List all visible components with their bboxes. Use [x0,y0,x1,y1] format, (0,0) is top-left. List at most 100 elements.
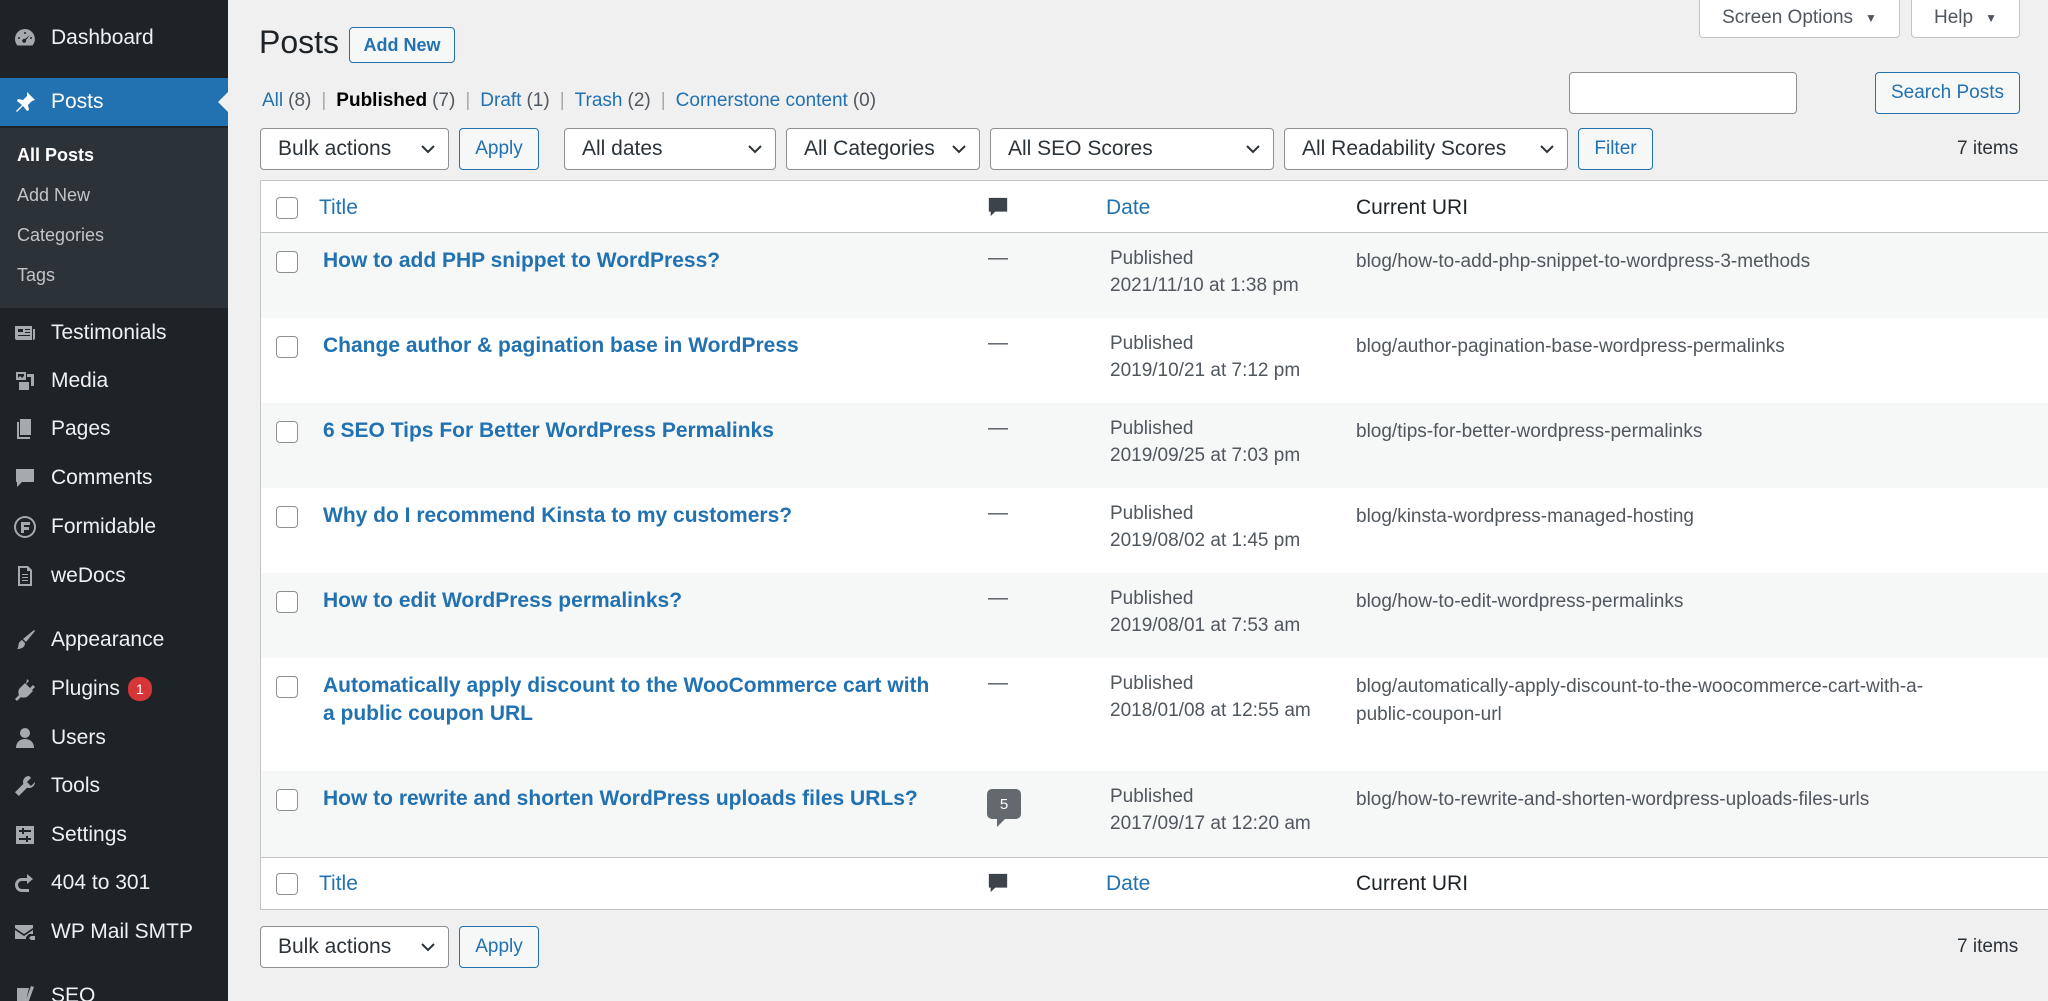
menu-comments[interactable]: Comments [0,454,228,502]
comments-icon [12,466,38,490]
paintbrush-icon [12,628,38,652]
row-checkbox[interactable] [276,251,298,273]
bulk-actions-value: Bulk actions [278,935,392,958]
caret-down-icon: ▼ [1985,10,1997,25]
menu-posts[interactable]: Posts [0,78,228,126]
bulk-actions-value: Bulk actions [278,137,392,160]
post-uri: blog/automatically-apply-discount-to-the… [1356,676,1924,725]
view-published[interactable]: Published (7) [336,90,455,112]
comment-count: — [988,672,1008,694]
chevron-down-icon [748,145,762,154]
menu-tools[interactable]: Tools [0,762,228,810]
view-cornerstone-count: (0) [852,90,877,111]
comment-count: — [988,502,1008,524]
menu-wedocs[interactable]: weDocs [0,552,228,600]
column-title-header[interactable]: Title [319,196,358,220]
row-checkbox[interactable] [276,421,298,443]
view-draft-label: Draft [480,90,522,111]
menu-testimonials[interactable]: Testimonials [0,309,228,357]
row-checkbox[interactable] [276,591,298,613]
table-row: Why do I recommend Kinsta to my customer… [261,488,2048,573]
post-title-link[interactable]: How to add PHP snippet to WordPress? [323,247,943,275]
view-cornerstone-label: Cornerstone content [675,90,848,111]
submenu-add-new[interactable]: Add New [17,185,90,206]
view-draft[interactable]: Draft (1) [480,90,549,112]
post-uri: blog/kinsta-wordpress-managed-hosting [1356,506,1694,527]
comment-icon[interactable] [987,872,1009,894]
apply-button[interactable]: Apply [459,128,539,170]
filter-button[interactable]: Filter [1578,128,1653,170]
menu-seo[interactable]: SEO [0,972,228,1001]
post-uri: blog/author-pagination-base-wordpress-pe… [1356,336,1785,357]
menu-formidable[interactable]: Formidable [0,503,228,551]
comment-count: — [988,587,1008,609]
menu-plugins[interactable]: Plugins 1 [0,665,228,713]
comment-count-bubble[interactable]: 5 [987,789,1021,827]
select-all-checkbox[interactable] [276,873,298,895]
submenu-all-posts[interactable]: All Posts [17,145,94,166]
row-checkbox[interactable] [276,336,298,358]
apply-button-bottom[interactable]: Apply [459,926,539,968]
bulk-actions-select-bottom[interactable]: Bulk actions [260,926,449,968]
menu-users[interactable]: Users [0,714,228,762]
comment-icon[interactable] [987,196,1009,218]
readability-filter-select[interactable]: All Readability Scores [1284,128,1568,170]
pages-icon [12,417,38,441]
chevron-down-icon [952,145,966,154]
submenu-categories[interactable]: Categories [17,225,104,246]
column-uri-header: Current URI [1356,196,1469,219]
seo-score-filter-select[interactable]: All SEO Scores [990,128,1274,170]
plugins-update-badge: 1 [127,677,152,702]
column-title-footer[interactable]: Title [319,872,358,896]
post-title-link[interactable]: 6 SEO Tips For Better WordPress Permalin… [323,417,943,445]
menu-dashboard[interactable]: Dashboard [0,14,228,62]
post-title-link[interactable]: How to rewrite and shorten WordPress upl… [323,785,943,813]
add-new-button[interactable]: Add New [349,27,455,63]
row-checkbox[interactable] [276,789,298,811]
menu-media[interactable]: Media [0,357,228,405]
post-title-link[interactable]: Why do I recommend Kinsta to my customer… [323,502,943,530]
view-trash[interactable]: Trash (2) [575,90,651,112]
post-uri: blog/how-to-rewrite-and-shorten-wordpres… [1356,789,1870,810]
row-checkbox[interactable] [276,506,298,528]
mail-icon [12,920,38,944]
settings-icon [12,823,38,847]
menu-wp-mail-smtp[interactable]: WP Mail SMTP [0,908,228,956]
post-title-link[interactable]: Automatically apply discount to the WooC… [323,672,943,728]
items-count-top: 7 items [1957,138,2019,159]
table-row: How to edit WordPress permalinks? — Publ… [261,573,2048,658]
view-all[interactable]: All (8) [262,90,311,112]
chevron-down-icon [421,145,435,154]
column-date-header[interactable]: Date [1106,196,1150,220]
view-cornerstone[interactable]: Cornerstone content (0) [676,90,876,112]
comment-count: — [988,417,1008,439]
post-title-link[interactable]: Change author & pagination base in WordP… [323,332,943,360]
menu-appearance-label: Appearance [51,628,165,651]
screen-options-label: Screen Options [1722,6,1854,28]
search-posts-button[interactable]: Search Posts [1875,72,2020,114]
row-checkbox[interactable] [276,676,298,698]
search-posts-input[interactable] [1569,72,1797,114]
menu-seo-label: SEO [51,984,96,1001]
formidable-icon [12,515,38,539]
post-title-link[interactable]: How to edit WordPress permalinks? [323,587,943,615]
user-icon [12,726,38,750]
categories-filter-select[interactable]: All Categories [786,128,980,170]
dates-filter-select[interactable]: All dates [564,128,776,170]
column-date-footer[interactable]: Date [1106,872,1150,896]
post-date: 2019/08/02 at 1:45 pm [1110,530,1301,551]
posts-submenu: All Posts Add New Categories Tags [0,128,228,308]
view-all-count: (8) [288,90,312,111]
help-button[interactable]: Help ▼ [1911,0,2020,38]
menu-settings-label: Settings [51,823,127,846]
column-uri-footer: Current URI [1356,872,1469,895]
menu-appearance[interactable]: Appearance [0,616,228,664]
select-all-checkbox[interactable] [276,197,298,219]
screen-options-button[interactable]: Screen Options ▼ [1699,0,1900,38]
menu-404-to-301[interactable]: 404 to 301 [0,859,228,907]
menu-pages-label: Pages [51,417,111,440]
menu-pages[interactable]: Pages [0,405,228,453]
bulk-actions-select[interactable]: Bulk actions [260,128,449,170]
menu-settings[interactable]: Settings [0,811,228,859]
submenu-tags[interactable]: Tags [17,265,55,286]
